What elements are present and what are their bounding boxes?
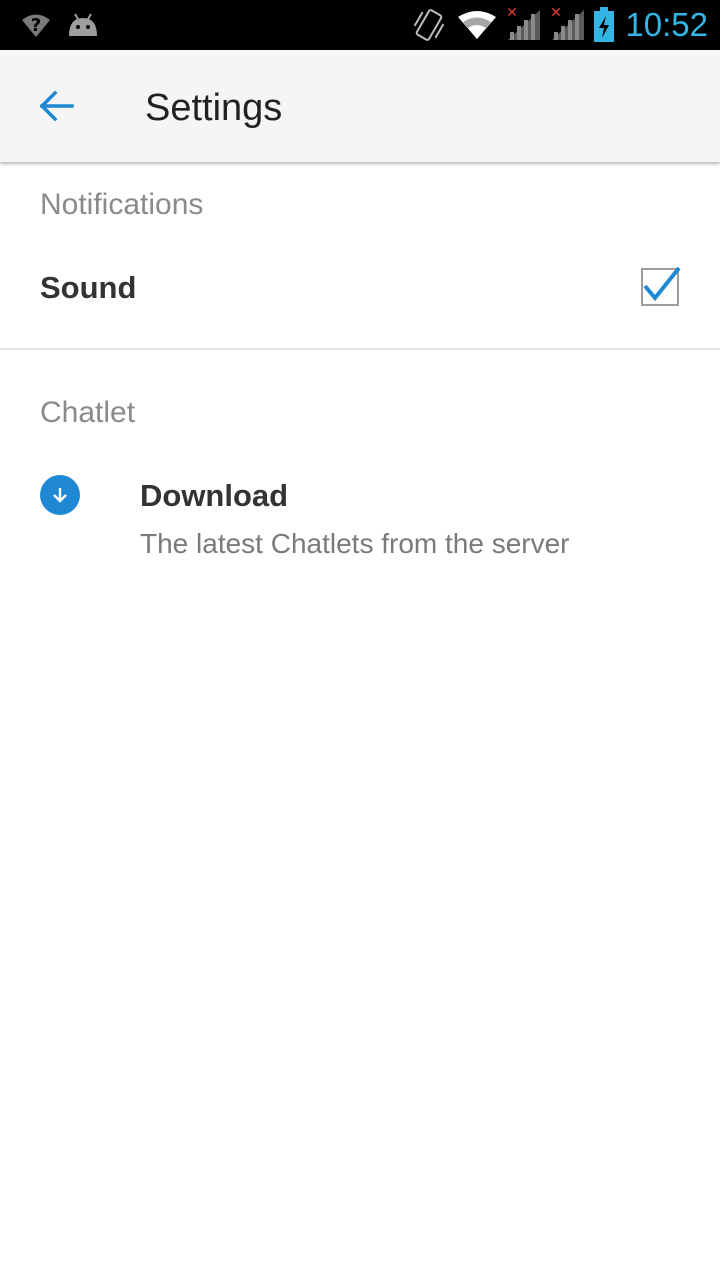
section-header-chatlet: Chatlet [40,396,136,429]
pref-download-summary: The latest Chatlets from the server [140,528,570,559]
status-time: 10:52 [625,6,708,43]
battery-charging-icon [594,7,614,42]
signal-no-service-icon-2: ✕ [550,6,584,40]
checkmark-icon [643,266,681,302]
wifi-icon [458,11,496,39]
section-divider [0,348,720,350]
pref-download[interactable]: Download The latest Chatlets from the se… [0,452,720,572]
svg-text:✕: ✕ [550,6,562,21]
page-title: Settings [145,87,283,129]
android-debug-icon [69,13,97,36]
sound-checkbox[interactable] [641,266,681,306]
section-header-notifications: Notifications [40,188,204,221]
pref-sound[interactable]: Sound [0,242,720,348]
pref-download-title: Download [140,478,289,513]
arrow-back-icon [39,90,74,122]
svg-text:?: ? [31,15,41,36]
pref-sound-title: Sound [40,270,137,305]
wifi-question-icon: ? [22,14,50,37]
toolbar: Settings [0,50,720,162]
download-icon [40,475,80,515]
vibrate-icon [413,9,445,41]
status-bar: ? ✕ ✕ 10:52 [0,0,720,50]
svg-text:✕: ✕ [506,6,518,21]
back-button[interactable] [26,76,86,136]
signal-no-service-icon: ✕ [506,6,540,40]
